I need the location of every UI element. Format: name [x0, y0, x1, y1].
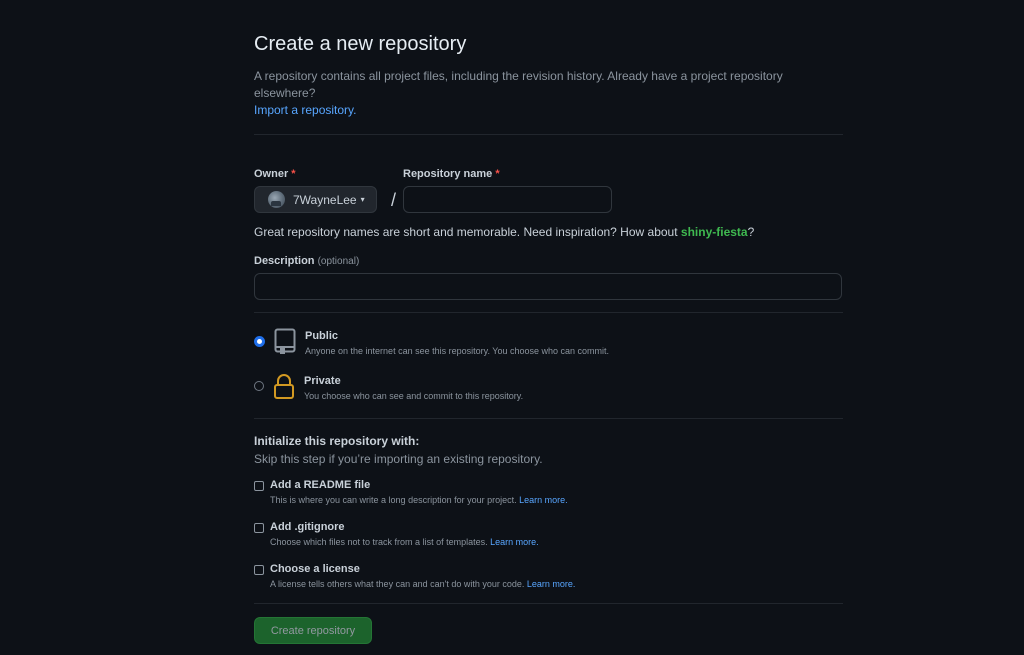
- new-repo-form: Create a new repository A repository con…: [254, 30, 843, 644]
- repo-name-field: Repository name *: [403, 168, 612, 213]
- readme-option-text: Add a README file This is where you can …: [270, 479, 568, 505]
- license-option[interactable]: Choose a license A license tells others …: [254, 563, 843, 589]
- readme-learn-more-link[interactable]: Learn more.: [519, 495, 568, 505]
- private-option-text: Private You choose who can see and commi…: [304, 373, 523, 401]
- readme-option[interactable]: Add a README file This is where you can …: [254, 479, 843, 505]
- owner-repo-separator: /: [390, 190, 396, 210]
- readme-checkbox[interactable]: [254, 481, 264, 491]
- description-field: Description (optional): [254, 255, 843, 300]
- create-repository-button[interactable]: Create repository: [254, 617, 372, 644]
- initialize-section: Initialize this repository with: Skip th…: [254, 434, 843, 589]
- repo-name-input[interactable]: [403, 186, 612, 213]
- initialize-subtitle: Skip this step if you’re importing an ex…: [254, 452, 543, 466]
- private-radio[interactable]: [254, 381, 264, 391]
- divider: [254, 312, 843, 313]
- license-option-text: Choose a license A license tells others …: [270, 563, 575, 589]
- name-suggestion-link[interactable]: shiny-fiesta: [681, 225, 748, 239]
- required-mark: *: [495, 168, 500, 180]
- gitignore-option-text: Add .gitignore Choose which files not to…: [270, 521, 539, 547]
- gitignore-learn-more-link[interactable]: Learn more.: [490, 537, 539, 547]
- public-title: Public: [305, 330, 339, 342]
- form-actions: Create repository: [254, 617, 843, 644]
- private-description: You choose who can see and commit to thi…: [304, 391, 524, 401]
- initialize-title: Initialize this repository with:: [254, 434, 420, 448]
- visibility-private-option[interactable]: Private You choose who can see and commi…: [254, 373, 843, 409]
- repo-name-label: Repository name *: [403, 168, 500, 180]
- readme-description: This is where you can write a long descr…: [270, 495, 568, 505]
- subtitle-text: A repository contains all project files,…: [254, 69, 783, 100]
- lock-icon: [274, 374, 294, 399]
- description-label: Description (optional): [254, 255, 360, 267]
- owner-label: Owner *: [254, 168, 296, 180]
- public-option-text: Public Anyone on the internet can see th…: [305, 328, 609, 356]
- gitignore-description: Choose which files not to track from a l…: [270, 537, 539, 547]
- owner-field: Owner * 7WayneLee ▾: [254, 168, 396, 213]
- divider: [254, 603, 843, 604]
- owner-repo-row: Owner * 7WayneLee ▾ / Repository name *: [254, 168, 843, 213]
- owner-dropdown[interactable]: 7WayneLee ▾: [254, 186, 377, 213]
- repo-icon: [274, 328, 296, 354]
- page-title: Create a new repository: [254, 33, 467, 55]
- owner-name: 7WayneLee: [293, 192, 357, 207]
- gitignore-title: Add .gitignore: [270, 521, 345, 533]
- optional-tag: (optional): [317, 256, 360, 267]
- chevron-down-icon: ▾: [360, 195, 365, 204]
- divider: [254, 134, 843, 135]
- divider: [254, 418, 843, 419]
- visibility-options: Public Anyone on the internet can see th…: [254, 328, 843, 409]
- license-checkbox[interactable]: [254, 565, 264, 575]
- gitignore-option[interactable]: Add .gitignore Choose which files not to…: [254, 521, 843, 547]
- page-subtitle: A repository contains all project files,…: [254, 68, 843, 119]
- readme-title: Add a README file: [270, 479, 371, 491]
- license-learn-more-link[interactable]: Learn more.: [527, 579, 576, 589]
- import-repository-link[interactable]: Import a repository.: [254, 103, 356, 117]
- private-title: Private: [304, 375, 341, 387]
- gitignore-checkbox[interactable]: [254, 523, 264, 533]
- name-hint: Great repository names are short and mem…: [254, 225, 755, 239]
- description-input[interactable]: [254, 273, 842, 300]
- visibility-public-option[interactable]: Public Anyone on the internet can see th…: [254, 328, 843, 364]
- public-radio[interactable]: [254, 336, 265, 347]
- license-title: Choose a license: [270, 563, 360, 575]
- avatar: [268, 191, 285, 208]
- public-description: Anyone on the internet can see this repo…: [305, 346, 610, 356]
- license-description: A license tells others what they can and…: [270, 579, 576, 589]
- required-mark: *: [291, 168, 296, 180]
